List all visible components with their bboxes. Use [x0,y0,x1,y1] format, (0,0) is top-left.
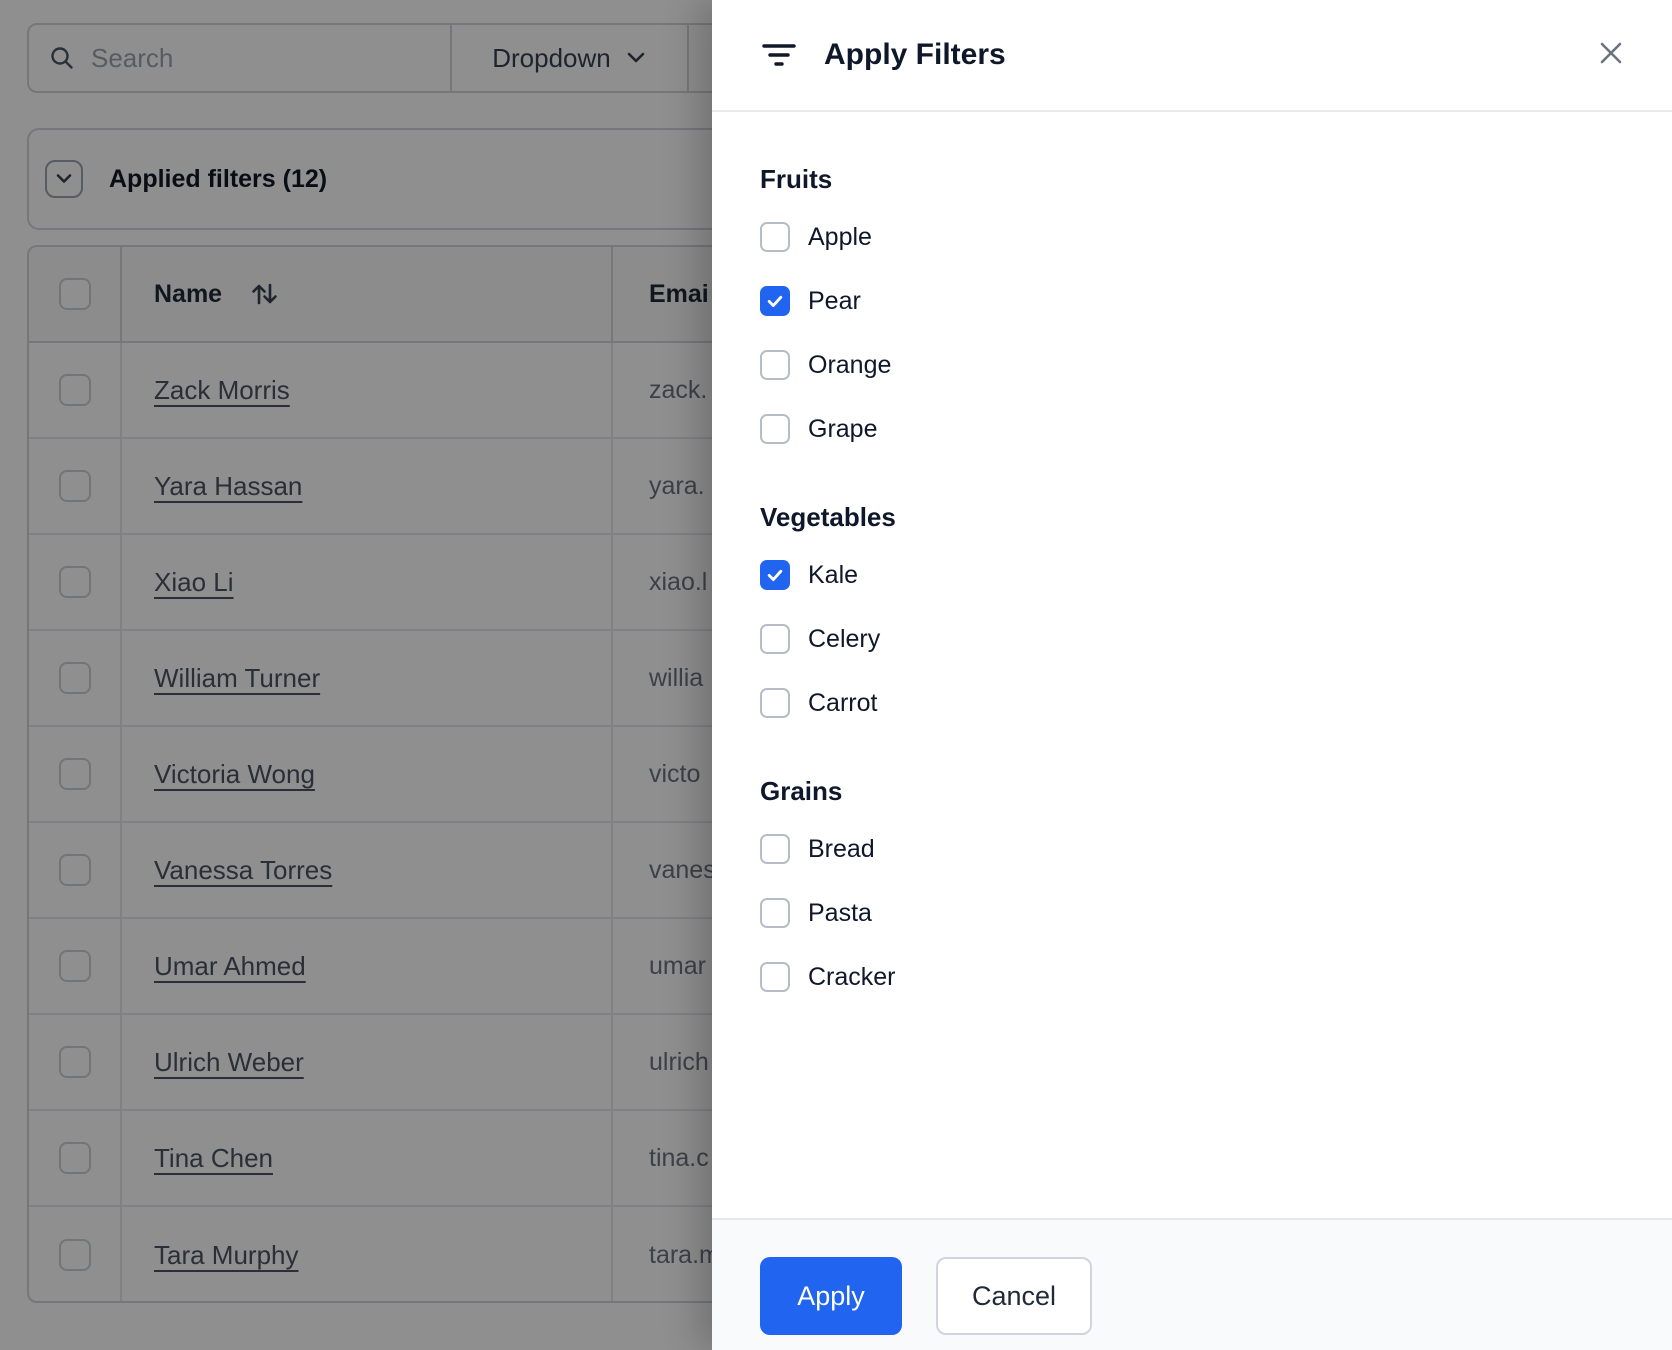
filter-section-options: Kale Celery Carrot [760,558,1624,720]
panel-footer: Apply Cancel [712,1218,1672,1350]
cancel-button[interactable]: Cancel [936,1257,1092,1335]
filter-section-options: Bread Pasta Cracker [760,832,1624,994]
filter-option[interactable]: Bread [760,832,1624,866]
panel-title: Apply Filters [824,38,1006,71]
filter-option-label: Pasta [808,898,872,927]
filter-option[interactable]: Pasta [760,896,1624,930]
filter-section-heading: Vegetables [760,502,896,532]
filter-options: Fruits Apple Pear Orange Grape Vegetable… [712,112,1672,994]
filter-option[interactable]: Grape [760,412,1624,446]
filter-section-heading: Fruits [760,164,833,194]
filter-option[interactable]: Cracker [760,960,1624,994]
filter-checkbox[interactable] [760,560,790,590]
filter-checkbox[interactable] [760,286,790,316]
filter-section: Grains Bread Pasta Cracker [760,774,1624,994]
apply-button[interactable]: Apply [760,1257,902,1335]
filter-icon [762,44,796,66]
filter-section-options: Apple Pear Orange Grape [760,220,1624,446]
background-page: Dropdown Applied filters (12) N [0,0,907,1350]
filter-option-label: Pear [808,286,861,315]
filter-option-label: Apple [808,222,872,251]
filter-option[interactable]: Pear [760,284,1624,318]
screen: Dropdown Applied filters (12) N [0,0,1672,1350]
filter-option-label: Orange [808,350,892,379]
filter-checkbox[interactable] [760,350,790,380]
filter-checkbox[interactable] [760,222,790,252]
filter-option-label: Celery [808,624,881,653]
filter-option[interactable]: Apple [760,220,1624,254]
filter-option-label: Cracker [808,962,896,991]
check-icon [767,295,783,307]
filter-checkbox[interactable] [760,414,790,444]
filter-option[interactable]: Carrot [760,686,1624,720]
filter-checkbox[interactable] [760,624,790,654]
filter-option[interactable]: Celery [760,622,1624,656]
close-icon [1600,42,1622,64]
close-button[interactable] [1596,38,1626,68]
filter-option-label: Grape [808,414,878,443]
apply-filters-panel: Apply Filters Fruits Apple Pear Orange G… [712,0,1672,1350]
panel-header: Apply Filters [712,0,1672,112]
filter-option-label: Carrot [808,688,878,717]
modal-scrim[interactable] [0,0,712,1350]
filter-checkbox[interactable] [760,962,790,992]
check-icon [767,569,783,581]
filter-option-label: Kale [808,560,859,589]
filter-section: Fruits Apple Pear Orange Grape [760,162,1624,446]
filter-checkbox[interactable] [760,834,790,864]
filter-checkbox[interactable] [760,688,790,718]
filter-option[interactable]: Orange [760,348,1624,382]
filter-checkbox[interactable] [760,898,790,928]
filter-option-label: Bread [808,834,875,863]
filter-option[interactable]: Kale [760,558,1624,592]
filter-section: Vegetables Kale Celery Carrot [760,500,1624,720]
filter-section-heading: Grains [760,776,843,806]
